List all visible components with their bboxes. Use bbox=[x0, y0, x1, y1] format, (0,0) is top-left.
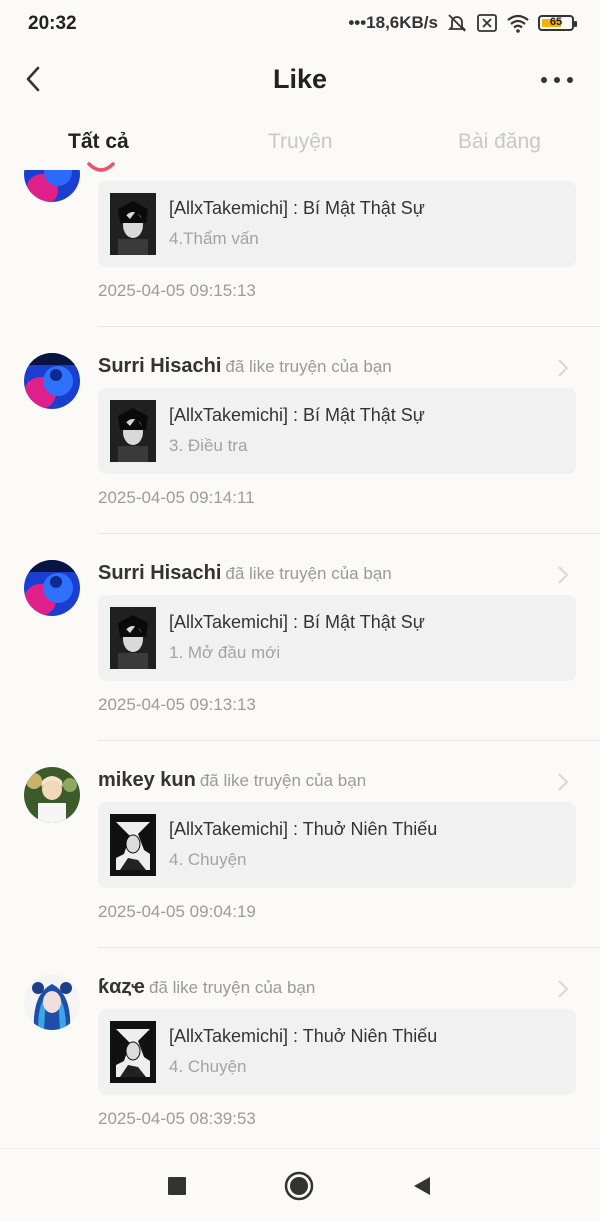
story-cover bbox=[110, 193, 156, 255]
tab-stories[interactable]: Truyện bbox=[268, 130, 333, 154]
story-cover bbox=[110, 607, 156, 669]
chevron-right-icon[interactable] bbox=[556, 564, 570, 586]
notification-list[interactable]: [AllxTakemichi] : Bí Mật Thật Sự 4.Thẩm … bbox=[0, 170, 600, 1148]
more-button[interactable] bbox=[538, 70, 576, 90]
circle-home-icon bbox=[284, 1171, 314, 1201]
notification-text: mikey kun đã like truyện của bạn bbox=[98, 769, 540, 792]
story-title: [AllxTakemichi] : Bí Mật Thật Sự bbox=[169, 198, 425, 218]
story-card[interactable]: [AllxTakemichi] : Thuở Niên Thiếu 4. Chu… bbox=[98, 802, 576, 888]
chevron-right-icon[interactable] bbox=[556, 357, 570, 379]
avatar[interactable] bbox=[24, 974, 80, 1030]
story-card[interactable]: [AllxTakemichi] : Bí Mật Thật Sự 1. Mở đ… bbox=[98, 595, 576, 681]
story-card[interactable]: [AllxTakemichi] : Bí Mật Thật Sự 3. Điều… bbox=[98, 388, 576, 474]
username[interactable]: Surri Hisachi bbox=[98, 562, 221, 584]
action-text: đã like truyện của bạn bbox=[225, 357, 392, 376]
timestamp: 2025-04-05 09:13:13 bbox=[98, 695, 256, 714]
avatar[interactable] bbox=[24, 560, 80, 616]
story-title: [AllxTakemichi] : Thuở Niên Thiếu bbox=[169, 1026, 438, 1046]
story-cover bbox=[110, 400, 156, 462]
username[interactable]: mikey kun bbox=[98, 769, 196, 791]
tab-bar: Tất cả Truyện Bài đăng bbox=[0, 120, 600, 172]
timestamp: 2025-04-05 08:39:53 bbox=[98, 1109, 256, 1128]
home-button[interactable] bbox=[284, 1171, 314, 1201]
tab-posts[interactable]: Bài đăng bbox=[458, 130, 541, 154]
chevron-right-icon[interactable] bbox=[556, 771, 570, 793]
action-text: đã like truyện của bạn bbox=[148, 978, 316, 997]
chapter-title: 4.Thẩm vấn bbox=[169, 229, 259, 248]
chapter-title: 3. Điều tra bbox=[169, 436, 248, 455]
notification-item[interactable]: ƙαȥҽ đã like truyện của bạn [AllxTakemich… bbox=[0, 962, 600, 1148]
story-cover bbox=[110, 814, 156, 876]
battery-icon: 65 bbox=[538, 15, 577, 31]
notification-item[interactable]: Surri Hisachi đã like truyện của bạn [All… bbox=[0, 341, 600, 548]
notification-item[interactable]: Surri Hisachi đã like truyện của bạn [All… bbox=[0, 548, 600, 755]
avatar[interactable] bbox=[24, 170, 80, 202]
battery-level: 65 bbox=[549, 16, 563, 28]
status-icons: •••18,6KB/s 65 bbox=[348, 12, 577, 34]
divider bbox=[98, 947, 600, 948]
divider bbox=[98, 533, 600, 534]
avatar[interactable] bbox=[24, 353, 80, 409]
chapter-title: 4. Chuyện bbox=[169, 1057, 247, 1076]
status-bar: 20:32 •••18,6KB/s 65 bbox=[0, 0, 600, 50]
notification-text: ƙαȥҽ đã like truyện của bạn bbox=[98, 976, 540, 999]
username[interactable]: Surri Hisachi bbox=[98, 355, 221, 377]
timestamp: 2025-04-05 09:04:19 bbox=[98, 902, 256, 921]
tab-all[interactable]: Tất cả bbox=[68, 130, 129, 154]
notification-text: Surri Hisachi đã like truyện của bạn bbox=[98, 355, 540, 378]
square-icon bbox=[168, 1177, 186, 1195]
chevron-right-icon[interactable] bbox=[556, 978, 570, 1000]
avatar[interactable] bbox=[24, 767, 80, 823]
wifi-icon bbox=[506, 13, 530, 33]
action-text: đã like truyện của bạn bbox=[225, 564, 392, 583]
divider bbox=[98, 326, 600, 327]
story-card[interactable]: [AllxTakemichi] : Bí Mật Thật Sự 4.Thẩm … bbox=[98, 181, 576, 267]
story-card[interactable]: [AllxTakemichi] : Thuở Niên Thiếu 4. Chu… bbox=[98, 1009, 576, 1095]
timestamp: 2025-04-05 09:14:11 bbox=[98, 488, 255, 507]
story-title: [AllxTakemichi] : Thuở Niên Thiếu bbox=[169, 819, 438, 839]
username[interactable]: ƙαȥҽ bbox=[98, 976, 145, 998]
network-speed: •••18,6KB/s bbox=[348, 13, 438, 32]
divider bbox=[98, 740, 600, 741]
system-nav-bar bbox=[0, 1148, 600, 1222]
header: Like bbox=[0, 50, 600, 110]
story-cover bbox=[110, 1021, 156, 1083]
status-time: 20:32 bbox=[28, 13, 77, 34]
timestamp: 2025-04-05 09:15:13 bbox=[98, 281, 256, 300]
triangle-back-icon bbox=[414, 1177, 430, 1195]
recent-apps-button[interactable] bbox=[162, 1171, 192, 1201]
story-title: [AllxTakemichi] : Bí Mật Thật Sự bbox=[169, 405, 425, 425]
notification-item[interactable]: mikey kun đã like truyện của bạn [AllxTak… bbox=[0, 755, 600, 962]
chapter-title: 4. Chuyện bbox=[169, 850, 247, 869]
system-back-button[interactable] bbox=[408, 1171, 438, 1201]
notification-item[interactable]: [AllxTakemichi] : Bí Mật Thật Sự 4.Thẩm … bbox=[0, 170, 600, 341]
mute-bell-icon bbox=[446, 12, 468, 34]
action-text: đã like truyện của bạn bbox=[199, 771, 367, 790]
story-title: [AllxTakemichi] : Bí Mật Thật Sự bbox=[169, 612, 425, 632]
no-sim-icon bbox=[476, 13, 498, 33]
page-title: Like bbox=[272, 64, 328, 94]
notification-text: Surri Hisachi đã like truyện của bạn bbox=[98, 562, 540, 585]
chapter-title: 1. Mở đầu mới bbox=[169, 643, 281, 662]
more-horizontal-icon bbox=[541, 77, 573, 83]
